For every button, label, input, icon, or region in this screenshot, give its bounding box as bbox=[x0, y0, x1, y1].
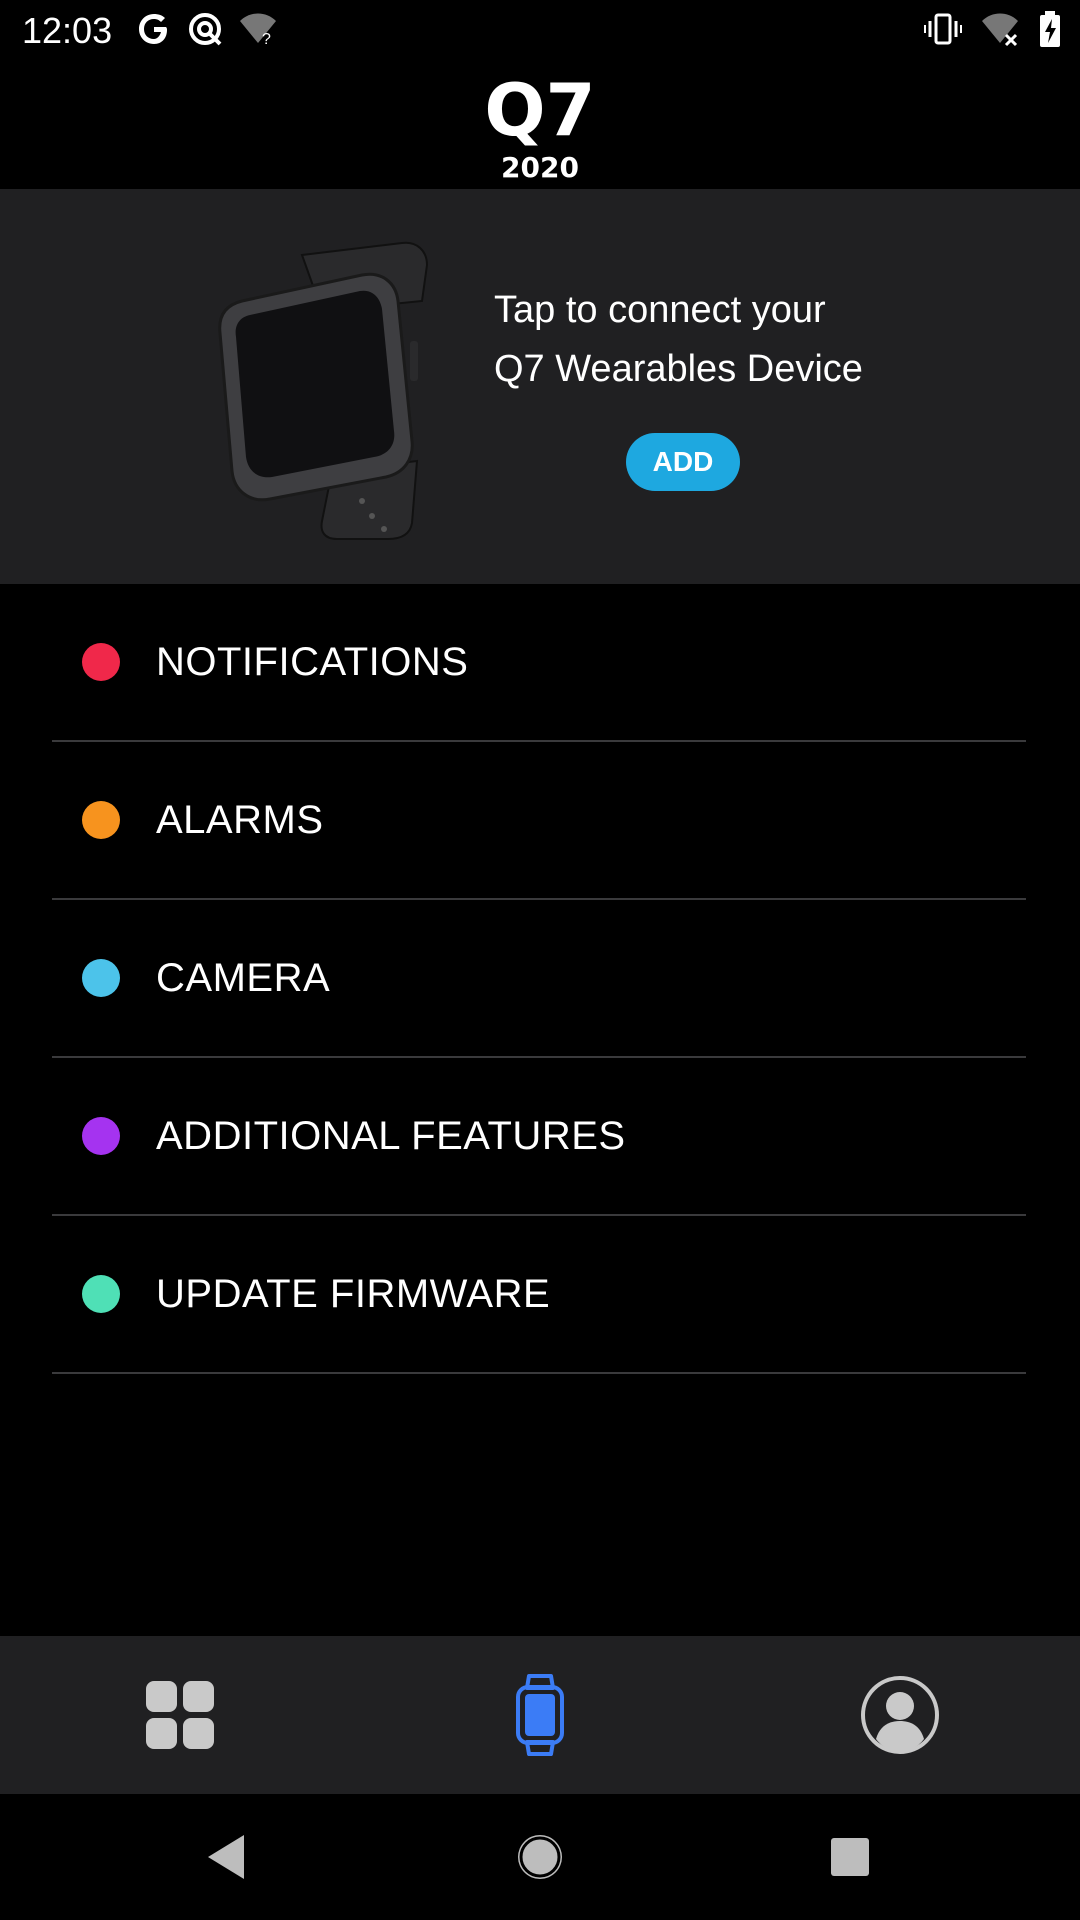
connect-device-card[interactable]: Tap to connect your Q7 Wearables Device … bbox=[0, 189, 1080, 584]
system-recents-button[interactable] bbox=[790, 1794, 910, 1920]
status-icons-right bbox=[924, 10, 1062, 48]
camera-dot-icon bbox=[82, 959, 120, 997]
menu-item-additional-features[interactable]: ADDITIONAL FEATURES bbox=[52, 1058, 1026, 1216]
menu-item-label: UPDATE FIRMWARE bbox=[156, 1271, 551, 1316]
back-icon bbox=[208, 1835, 244, 1879]
menu-item-camera[interactable]: CAMERA bbox=[52, 900, 1026, 1058]
wifi-off-icon bbox=[982, 13, 1018, 47]
svg-text:?: ? bbox=[262, 31, 271, 47]
menu-item-label: CAMERA bbox=[156, 955, 331, 1000]
menu-item-update-firmware[interactable]: UPDATE FIRMWARE bbox=[52, 1216, 1026, 1374]
menu-item-label: NOTIFICATIONS bbox=[156, 639, 469, 684]
vibrate-icon bbox=[924, 13, 962, 45]
add-device-button[interactable]: ADD bbox=[626, 433, 740, 491]
additional-features-dot-icon bbox=[82, 1117, 120, 1155]
google-icon bbox=[139, 14, 167, 44]
connect-prompt-line2: Q7 Wearables Device bbox=[494, 348, 863, 390]
status-icons-left: ? bbox=[136, 10, 278, 48]
menu-item-label: ALARMS bbox=[156, 797, 324, 842]
smartwatch-image bbox=[218, 241, 429, 540]
connect-prompt: Tap to connect your Q7 Wearables Device bbox=[494, 281, 914, 399]
apps-grid-icon bbox=[146, 1681, 214, 1749]
tab-dashboard[interactable] bbox=[120, 1636, 240, 1794]
notifications-dot-icon bbox=[82, 643, 120, 681]
wifi-unknown-icon: ? bbox=[240, 13, 276, 47]
tab-profile[interactable] bbox=[840, 1636, 960, 1794]
app-header: Q7 2020 bbox=[0, 63, 1080, 189]
settings-menu: NOTIFICATIONS ALARMS CAMERA ADDITIONAL F… bbox=[52, 584, 1026, 1374]
watch-icon bbox=[516, 1674, 564, 1756]
bottom-navigation bbox=[0, 1636, 1080, 1794]
update-firmware-dot-icon bbox=[82, 1275, 120, 1313]
profile-icon bbox=[861, 1676, 939, 1754]
svg-text:2020: 2020 bbox=[501, 151, 579, 183]
battery-charging-icon bbox=[1040, 11, 1060, 47]
tab-device[interactable] bbox=[480, 1636, 600, 1794]
menu-item-label: ADDITIONAL FEATURES bbox=[156, 1113, 626, 1158]
system-navigation-bar bbox=[0, 1794, 1080, 1920]
status-bar: 12:03 ? bbox=[0, 0, 1080, 63]
system-back-button[interactable] bbox=[166, 1794, 286, 1920]
data-saver-icon bbox=[189, 13, 222, 46]
menu-item-alarms[interactable]: ALARMS bbox=[52, 742, 1026, 900]
status-time: 12:03 bbox=[22, 10, 113, 51]
svg-text:Q7: Q7 bbox=[484, 73, 595, 152]
system-home-button[interactable] bbox=[480, 1794, 600, 1920]
menu-item-notifications[interactable]: NOTIFICATIONS bbox=[52, 584, 1026, 742]
alarms-dot-icon bbox=[82, 801, 120, 839]
connect-prompt-line1: Tap to connect your bbox=[494, 289, 826, 331]
q7-logo: Q7 2020 bbox=[484, 73, 595, 183]
recents-icon bbox=[831, 1838, 869, 1876]
home-icon bbox=[518, 1835, 562, 1879]
